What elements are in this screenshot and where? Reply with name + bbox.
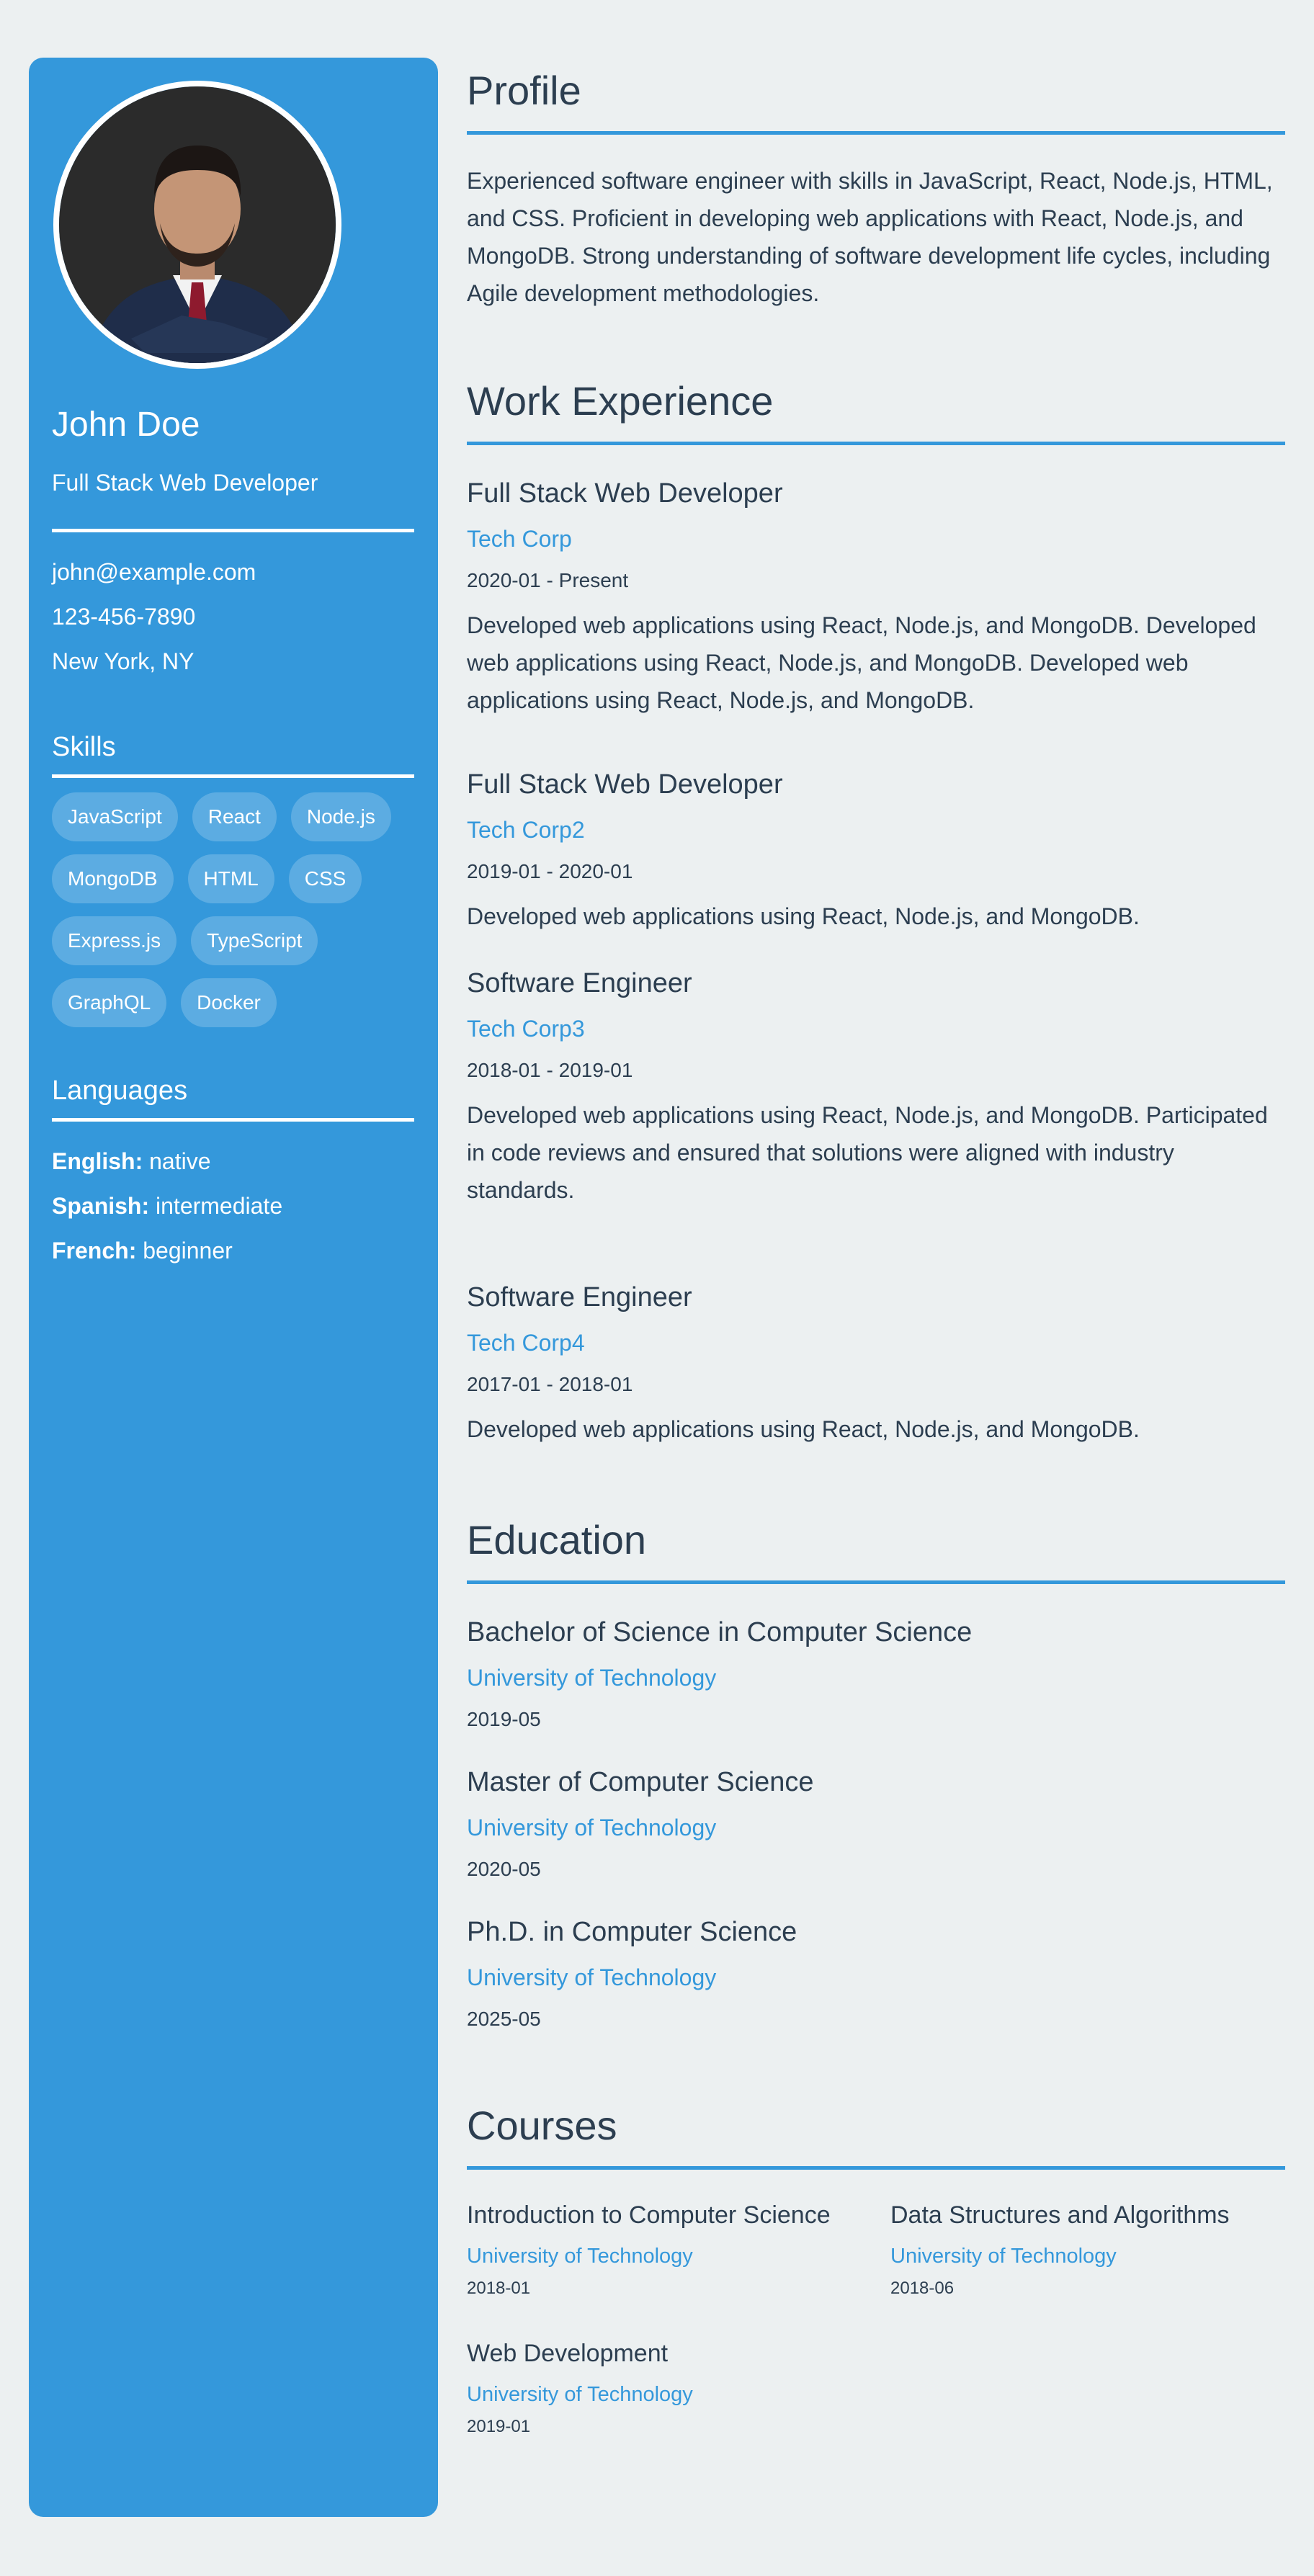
language-name: French: [52,1238,137,1264]
skill-tag: GraphQL [52,978,167,1027]
section-divider [467,2166,1285,2170]
contact-phone[interactable]: 123-456-7890 [52,594,414,639]
skill-tag: React [192,792,277,841]
job-dates: 2019-01 - 2020-01 [467,860,633,882]
job-dates: 2018-01 - 2019-01 [467,1059,633,1081]
course-entry: Data Structures and Algorithms Universit… [890,2199,1285,2301]
course-date: 2019-01 [467,2417,531,2436]
job-company: Tech Corp2 [467,817,585,843]
skill-tag: CSS [288,854,362,903]
work-experience-section: Work Experience Full Stack Web Developer… [467,368,1285,1448]
language-level: intermediate [156,1193,283,1219]
job-entry: Full Stack Web Developer Tech Corp2 2019… [467,766,1285,935]
skill-tag: HTML [187,854,274,903]
job-entry: Full Stack Web Developer Tech Corp 2020-… [467,475,1285,719]
skill-tag: Docker [181,978,277,1027]
courses-section: Courses Introduction to Computer Science… [467,2093,1285,2439]
divider [52,529,414,532]
course-entry: Introduction to Computer Science Univers… [467,2199,890,2301]
section-divider [467,131,1285,135]
section-heading: Profile [467,68,581,113]
job-entry: Software Engineer Tech Corp4 2017-01 - 2… [467,1279,1285,1448]
degree-title: Bachelor of Science in Computer Science [467,1617,973,1647]
skill-tag: MongoDB [52,854,174,903]
language-level: native [149,1148,211,1174]
divider [52,774,414,778]
candidate-name: John Doe [52,406,200,444]
course-title: Introduction to Computer Science [467,2201,831,2229]
job-title: Software Engineer [467,1282,692,1312]
education-entry: Ph.D. in Computer Science University of … [467,1914,1285,2034]
job-company: Tech Corp4 [467,1330,585,1356]
courses-grid: Introduction to Computer Science Univers… [467,2199,1285,2439]
skill-tag: Express.js [52,916,177,965]
institution: University of Technology [467,1665,717,1691]
skill-tag: JavaScript [52,792,178,841]
course-institution: University of Technology [467,2245,693,2268]
degree-title: Ph.D. in Computer Science [467,1917,797,1947]
skills-list: JavaScript React Node.js MongoDB HTML CS… [52,792,412,1027]
course-title: Data Structures and Algorithms [890,2201,1230,2229]
job-description: Developed web applications using React, … [467,903,1140,929]
course-institution: University of Technology [467,2383,693,2406]
profile-summary: Experienced software engineer with skill… [467,168,1273,306]
contact-location: New York, NY [52,648,195,674]
institution: University of Technology [467,1815,717,1841]
job-dates: 2017-01 - 2018-01 [467,1373,633,1395]
language-name: English: [52,1148,143,1174]
job-dates: 2020-01 - Present [467,569,629,591]
language-level: beginner [143,1238,233,1264]
graduation-date: 2020-05 [467,1858,541,1880]
section-divider [467,442,1285,445]
profile-section: Profile Experienced software engineer wi… [467,58,1285,312]
job-company: Tech Corp3 [467,1016,585,1042]
job-title: Full Stack Web Developer [467,478,783,509]
skill-tag: Node.js [290,792,391,841]
graduation-date: 2019-05 [467,1708,541,1730]
languages-list: English: native Spanish: intermediate Fr… [52,1139,414,1273]
job-title: Full Stack Web Developer [467,769,783,800]
education-entry: Master of Computer Science University of… [467,1764,1285,1884]
language-item: Spanish: intermediate [52,1184,414,1228]
contact-info: john@example.com 123-456-7890 New York, … [52,550,414,684]
job-entry: Software Engineer Tech Corp3 2018-01 - 2… [467,965,1285,1209]
section-heading: Courses [467,2103,617,2148]
section-heading: Education [467,1517,647,1562]
languages-heading: Languages [52,1075,188,1106]
avatar [53,81,341,369]
main-content: Profile Experienced software engineer wi… [467,58,1285,2439]
institution: University of Technology [467,1964,717,1990]
language-item: French: beginner [52,1228,414,1273]
job-description: Developed web applications using React, … [467,612,1256,713]
education-entry: Bachelor of Science in Computer Science … [467,1614,1285,1734]
course-entry: Web Development University of Technology… [467,2337,890,2439]
job-description: Developed web applications using React, … [467,1102,1268,1203]
job-company: Tech Corp [467,526,572,552]
section-heading: Work Experience [467,378,774,424]
job-description: Developed web applications using React, … [467,1416,1140,1442]
education-section: Education Bachelor of Science in Compute… [467,1507,1285,2034]
candidate-title: Full Stack Web Developer [52,470,318,496]
section-divider [467,1580,1285,1584]
profile-photo [59,86,336,363]
skills-heading: Skills [52,732,116,762]
course-title: Web Development [467,2340,669,2367]
language-item: English: native [52,1139,414,1184]
contact-email[interactable]: john@example.com [52,550,414,594]
job-title: Software Engineer [467,968,692,998]
course-date: 2018-06 [890,2278,955,2298]
sidebar: John Doe Full Stack Web Developer john@e… [29,58,438,2517]
skill-tag: TypeScript [191,916,318,965]
graduation-date: 2025-05 [467,2008,541,2030]
course-institution: University of Technology [890,2245,1117,2268]
language-name: Spanish: [52,1193,150,1219]
divider [52,1118,414,1122]
degree-title: Master of Computer Science [467,1767,814,1797]
course-date: 2018-01 [467,2278,531,2298]
